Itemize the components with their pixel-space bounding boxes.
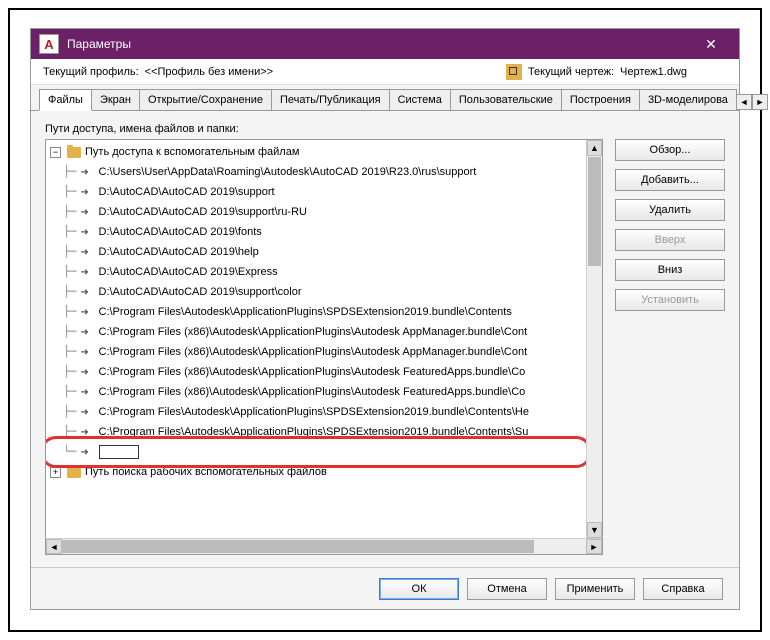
path-icon: [81, 266, 95, 278]
tree-path-item[interactable]: ├─C:\Program Files (x86)\Autodesk\Applic…: [46, 382, 586, 402]
ok-button[interactable]: ОК: [379, 578, 459, 600]
vertical-scrollbar[interactable]: ▲ ▼: [586, 140, 602, 538]
folder-icon: [67, 467, 81, 478]
tab-open-save[interactable]: Открытие/Сохранение: [139, 89, 272, 110]
path-icon: [81, 186, 95, 198]
current-drawing-label: Текущий чертеж:: [528, 66, 614, 78]
path-icon: [81, 326, 95, 338]
collapse-icon[interactable]: −: [50, 147, 61, 158]
tree-path-item[interactable]: ├─D:\AutoCAD\AutoCAD 2019\help: [46, 242, 586, 262]
tree-path-item[interactable]: ├─D:\AutoCAD\AutoCAD 2019\fonts: [46, 222, 586, 242]
path-icon: [81, 286, 95, 298]
current-profile-label: Текущий профиль:: [43, 66, 139, 78]
tab-scroll-left[interactable]: ◄: [736, 94, 752, 110]
apply-button[interactable]: Применить: [555, 578, 635, 600]
bottom-bar: ОК Отмена Применить Справка: [31, 567, 739, 609]
new-path-input[interactable]: [99, 445, 139, 459]
path-icon: [81, 346, 95, 358]
info-row: Текущий профиль: <<Профиль без имени>> Т…: [31, 59, 739, 85]
horizontal-scrollbar[interactable]: ◄ ►: [46, 538, 602, 554]
set-default-button[interactable]: Установить: [615, 289, 725, 311]
tree-root-working[interactable]: + Путь поиска рабочих вспомогательных фа…: [46, 462, 586, 482]
delete-button[interactable]: Удалить: [615, 199, 725, 221]
side-buttons: Обзор... Добавить... Удалить Вверх Вниз …: [615, 139, 725, 555]
section-label: Пути доступа, имена файлов и папки:: [45, 123, 725, 135]
tab-strip: Файлы Экран Открытие/Сохранение Печать/П…: [31, 85, 739, 111]
tree-root-label: Путь поиска рабочих вспомогательных файл…: [85, 462, 327, 482]
close-button[interactable]: ✕: [691, 30, 731, 58]
app-icon: A: [39, 34, 59, 54]
tree-path-item[interactable]: ├─C:\Program Files\Autodesk\ApplicationP…: [46, 302, 586, 322]
tab-scroll-right[interactable]: ►: [752, 94, 768, 110]
add-button[interactable]: Добавить...: [615, 169, 725, 191]
tab-scroll: ◄ ►: [736, 94, 768, 110]
tree-root-label: Путь доступа к вспомогательным файлам: [85, 142, 299, 162]
browse-button[interactable]: Обзор...: [615, 139, 725, 161]
scroll-thumb[interactable]: [588, 157, 601, 266]
current-profile-value: <<Профиль без имени>>: [145, 66, 273, 78]
content-area: Пути доступа, имена файлов и папки: − Пу…: [31, 111, 739, 567]
folder-icon: [67, 147, 81, 158]
tab-display[interactable]: Экран: [91, 89, 140, 110]
tree-root-support[interactable]: − Путь доступа к вспомогательным файлам: [46, 142, 586, 162]
tree-path-item[interactable]: ├─D:\AutoCAD\AutoCAD 2019\support\ru-RU: [46, 202, 586, 222]
tree-container: − Путь доступа к вспомогательным файлам …: [45, 139, 603, 555]
hscroll-thumb[interactable]: [62, 540, 534, 553]
path-icon: [81, 166, 95, 178]
scroll-right[interactable]: ►: [586, 539, 602, 554]
tree-path-item[interactable]: ├─C:\Program Files\Autodesk\ApplicationP…: [46, 402, 586, 422]
tree-path-item[interactable]: ├─C:\Program Files (x86)\Autodesk\Applic…: [46, 342, 586, 362]
path-icon: [81, 246, 95, 258]
tree-path-item[interactable]: ├─C:\Program Files\Autodesk\ApplicationP…: [46, 422, 586, 442]
current-drawing-value: Чертеж1.dwg: [620, 66, 687, 78]
options-dialog: A Параметры ✕ Текущий профиль: <<Профиль…: [30, 28, 740, 610]
move-up-button[interactable]: Вверх: [615, 229, 725, 251]
tree-path-item[interactable]: ├─C:\Users\User\AppData\Roaming\Autodesk…: [46, 162, 586, 182]
tab-files[interactable]: Файлы: [39, 89, 92, 111]
window-title: Параметры: [67, 37, 691, 51]
tab-3d[interactable]: 3D-моделирова: [639, 89, 737, 110]
scroll-left[interactable]: ◄: [46, 539, 62, 554]
tree-path-item[interactable]: ├─D:\AutoCAD\AutoCAD 2019\support: [46, 182, 586, 202]
move-down-button[interactable]: Вниз: [615, 259, 725, 281]
tree-path-item[interactable]: ├─D:\AutoCAD\AutoCAD 2019\Express: [46, 262, 586, 282]
path-icon: [81, 386, 95, 398]
path-icon: [81, 306, 95, 318]
tree-new-path-edit-row[interactable]: └─: [46, 442, 586, 462]
tab-user[interactable]: Пользовательские: [450, 89, 562, 110]
tree-path-item[interactable]: ├─C:\Program Files (x86)\Autodesk\Applic…: [46, 322, 586, 342]
path-icon: [81, 206, 95, 218]
tab-drafting[interactable]: Построения: [561, 89, 640, 110]
path-icon: [81, 226, 95, 238]
scroll-up[interactable]: ▲: [587, 140, 602, 156]
path-icon: [81, 406, 95, 418]
tab-plot[interactable]: Печать/Публикация: [271, 89, 390, 110]
titlebar: A Параметры ✕: [31, 29, 739, 59]
tree-path-item[interactable]: ├─D:\AutoCAD\AutoCAD 2019\support\color: [46, 282, 586, 302]
tab-system[interactable]: Система: [389, 89, 451, 110]
help-button[interactable]: Справка: [643, 578, 723, 600]
cancel-button[interactable]: Отмена: [467, 578, 547, 600]
path-icon: [81, 426, 95, 438]
scroll-down[interactable]: ▼: [587, 522, 602, 538]
tree-path-item[interactable]: ├─C:\Program Files (x86)\Autodesk\Applic…: [46, 362, 586, 382]
drawing-icon: [506, 64, 522, 80]
path-icon: [81, 446, 95, 458]
expand-icon[interactable]: +: [50, 467, 61, 478]
path-tree[interactable]: − Путь доступа к вспомогательным файлам …: [46, 140, 586, 484]
path-icon: [81, 366, 95, 378]
